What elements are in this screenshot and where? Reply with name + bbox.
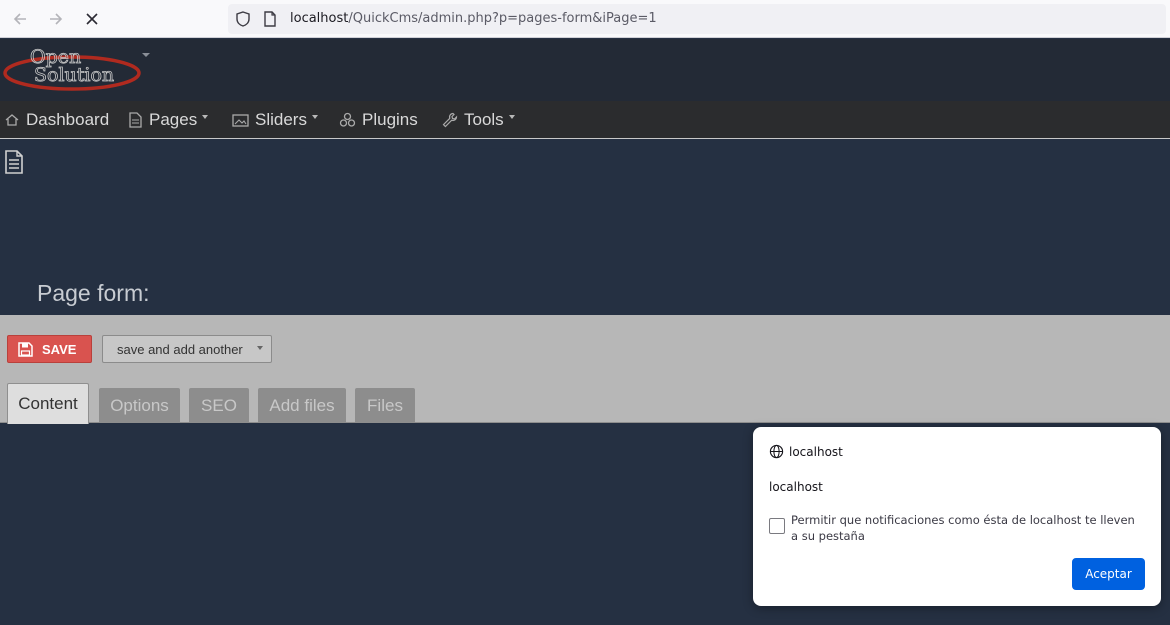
document-icon [129, 112, 142, 128]
menu-item-dashboard[interactable]: Dashboard [4, 101, 109, 139]
save-and-add-another-label: save and add another [117, 341, 243, 357]
tab-content[interactable]: Content [7, 383, 89, 424]
browser-toolbar: localhost/QuickCms/admin.php?p=pages-for… [0, 0, 1170, 38]
stop-loading-button[interactable] [80, 7, 104, 31]
menu-item-label: Sliders [255, 110, 307, 129]
save-button-label: SAVE [42, 341, 77, 357]
main-menu: Dashboard Pages Sliders Plugins Tools [0, 101, 1170, 139]
tab-files[interactable]: Files [355, 388, 415, 423]
save-button[interactable]: SAVE [7, 335, 92, 363]
page-title: Page form: [37, 280, 150, 306]
address-bar[interactable]: localhost/QuickCms/admin.php?p=pages-for… [228, 4, 1166, 34]
open-solution-logo[interactable]: Open Solution [2, 41, 142, 97]
image-icon [232, 113, 249, 127]
back-button[interactable] [8, 7, 32, 31]
menu-item-label: Tools [464, 110, 504, 129]
menu-item-plugins[interactable]: Plugins [339, 101, 418, 139]
puzzle-icon [339, 112, 356, 127]
page-info-icon[interactable] [262, 10, 278, 28]
save-and-add-another-button[interactable]: save and add another [102, 335, 272, 363]
arrow-left-icon [13, 13, 26, 25]
notification-header: localhost [769, 444, 843, 459]
menu-item-sliders[interactable]: Sliders [232, 101, 318, 139]
url-host: localhost [290, 11, 349, 26]
floppy-disk-icon [18, 341, 33, 357]
menu-item-label: Plugins [362, 110, 418, 129]
close-icon [86, 13, 98, 25]
shield-icon[interactable] [234, 10, 252, 28]
notification-popup: localhost localhost Permitir que notific… [753, 427, 1161, 606]
notification-body: localhost [769, 480, 823, 494]
menu-item-tools[interactable]: Tools [442, 101, 515, 139]
notification-focus-checkbox[interactable] [769, 518, 785, 534]
menu-item-label: Dashboard [26, 110, 110, 129]
accept-button[interactable]: Aceptar [1072, 558, 1145, 590]
chevron-down-icon [311, 115, 318, 119]
tab-options[interactable]: Options [99, 388, 180, 423]
logo-dropdown-caret[interactable] [142, 53, 150, 57]
arrow-right-icon [50, 13, 63, 25]
url-text: localhost/QuickCms/admin.php?p=pages-for… [290, 11, 657, 26]
document-icon [5, 150, 23, 174]
menu-item-label: Pages [149, 110, 198, 129]
chevron-down-icon [256, 346, 263, 350]
notification-checkbox-label[interactable]: Permitir que notificaciones como ésta de… [791, 512, 1143, 544]
url-path: /QuickCms/admin.php?p=pages-form&iPage=1 [348, 11, 657, 26]
home-icon [5, 114, 19, 126]
form-toolbar: SAVE save and add another Content Option… [0, 315, 1170, 424]
logo-text-solution: Solution [34, 64, 114, 86]
app-header: Open Solution [0, 39, 1170, 101]
chevron-down-icon [508, 115, 515, 119]
chevron-down-icon [202, 115, 209, 119]
tab-add-files[interactable]: Add files [258, 388, 346, 423]
forward-button[interactable] [44, 7, 68, 31]
wrench-icon [442, 112, 458, 128]
globe-icon [769, 444, 784, 459]
menu-item-pages[interactable]: Pages [128, 101, 209, 139]
tab-seo[interactable]: SEO [189, 388, 249, 423]
notification-origin: localhost [789, 444, 843, 459]
